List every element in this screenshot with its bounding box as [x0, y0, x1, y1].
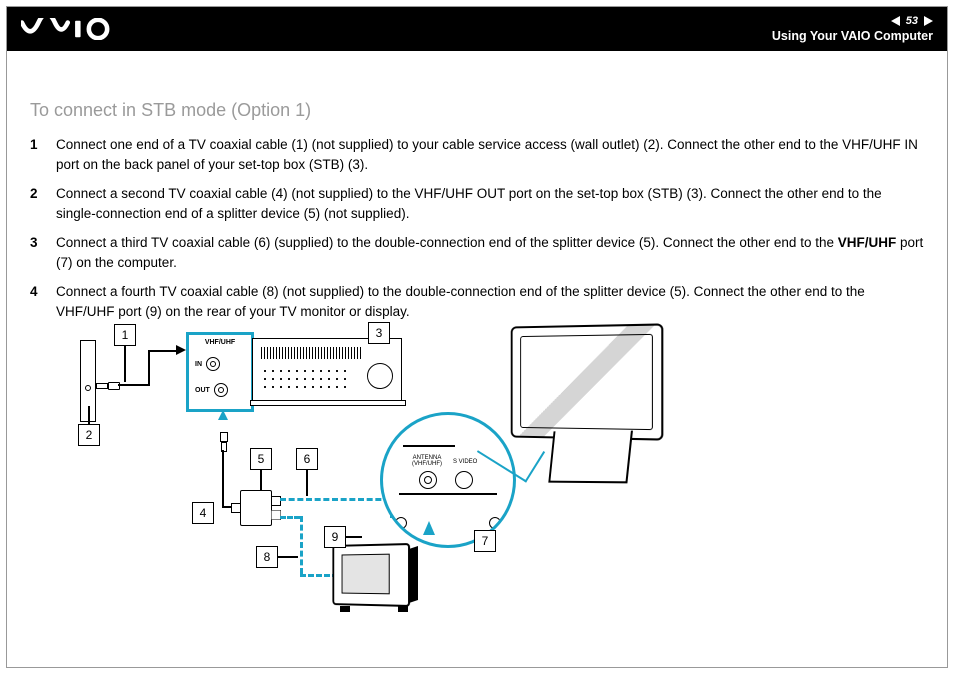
stb-vhf-label: VHF/UHF	[189, 339, 251, 346]
splitter-icon	[240, 490, 272, 526]
cable-line	[148, 350, 150, 386]
coax-jack-icon	[419, 471, 437, 489]
arrow-icon	[218, 410, 228, 420]
svideo-jack-icon	[455, 471, 473, 489]
callout-8: 8	[256, 546, 278, 568]
callout-1: 1	[114, 324, 136, 346]
callout-5: 5	[250, 448, 272, 470]
cable-line	[222, 450, 224, 506]
coax-jack-icon	[206, 357, 220, 371]
step-number: 3	[30, 233, 44, 272]
set-top-box-icon	[252, 338, 402, 402]
step-text: Connect a second TV coaxial cable (4) (n…	[56, 184, 924, 223]
step-3: 3 Connect a third TV coaxial cable (6) (…	[30, 233, 924, 272]
page-header: 53 Using Your VAIO Computer	[7, 7, 947, 51]
step-text: Connect one end of a TV coaxial cable (1…	[56, 135, 924, 174]
arrow-icon	[423, 521, 435, 535]
coax-jack-icon	[214, 383, 228, 397]
cable-line	[118, 384, 148, 386]
stb-vhf-panel: VHF/UHF IN OUT	[186, 332, 254, 412]
cable-dashed	[300, 516, 303, 574]
prev-page-arrow-icon[interactable]	[891, 16, 900, 26]
cable-dashed	[280, 498, 390, 501]
callout-3: 3	[368, 322, 390, 344]
stb-in-label: IN	[195, 361, 202, 368]
cable-line	[148, 350, 176, 352]
vaio-logo	[21, 7, 122, 51]
page-number: 53	[906, 15, 918, 27]
step-number: 2	[30, 184, 44, 223]
cable-dashed	[280, 516, 300, 519]
connection-diagram: VHF/UHF IN OUT ANTENNA (VHF/UHF) S VIDEO	[80, 320, 660, 620]
step-2: 2 Connect a second TV coaxial cable (4) …	[30, 184, 924, 223]
stb-base	[250, 400, 406, 406]
callout-2: 2	[78, 424, 100, 446]
step-4: 4 Connect a fourth TV coaxial cable (8) …	[30, 282, 924, 321]
step-1: 1 Connect one end of a TV coaxial cable …	[30, 135, 924, 174]
vaio-monitor-icon	[498, 325, 668, 485]
arrow-icon	[176, 345, 186, 355]
callout-9: 9	[324, 526, 346, 548]
step-text: Connect a third TV coaxial cable (6) (su…	[56, 233, 924, 272]
coax-plug-icon	[220, 432, 226, 450]
callout-7: 7	[474, 530, 496, 552]
section-title: To connect in STB mode (Option 1)	[30, 100, 924, 121]
vaio-logo-svg	[21, 18, 122, 40]
step-number: 1	[30, 135, 44, 174]
page-content: To connect in STB mode (Option 1) 1 Conn…	[30, 100, 924, 332]
stb-in-row: IN	[195, 357, 220, 371]
header-section-title: Using Your VAIO Computer	[772, 29, 933, 43]
coax-plug-icon	[96, 382, 118, 388]
callout-6: 6	[296, 448, 318, 470]
detail-antenna-label: ANTENNA (VHF/UHF)	[407, 455, 447, 467]
steps-list: 1 Connect one end of a TV coaxial cable …	[30, 135, 924, 322]
tv-icon	[330, 544, 410, 606]
callout-4: 4	[192, 502, 214, 524]
next-page-arrow-icon[interactable]	[924, 16, 933, 26]
stb-out-row: OUT	[195, 383, 228, 397]
step-number: 4	[30, 282, 44, 321]
detail-svideo-label: S VIDEO	[453, 459, 477, 465]
stb-out-label: OUT	[195, 387, 210, 394]
step-text: Connect a fourth TV coaxial cable (8) (n…	[56, 282, 924, 321]
page-nav: 53	[891, 15, 933, 27]
